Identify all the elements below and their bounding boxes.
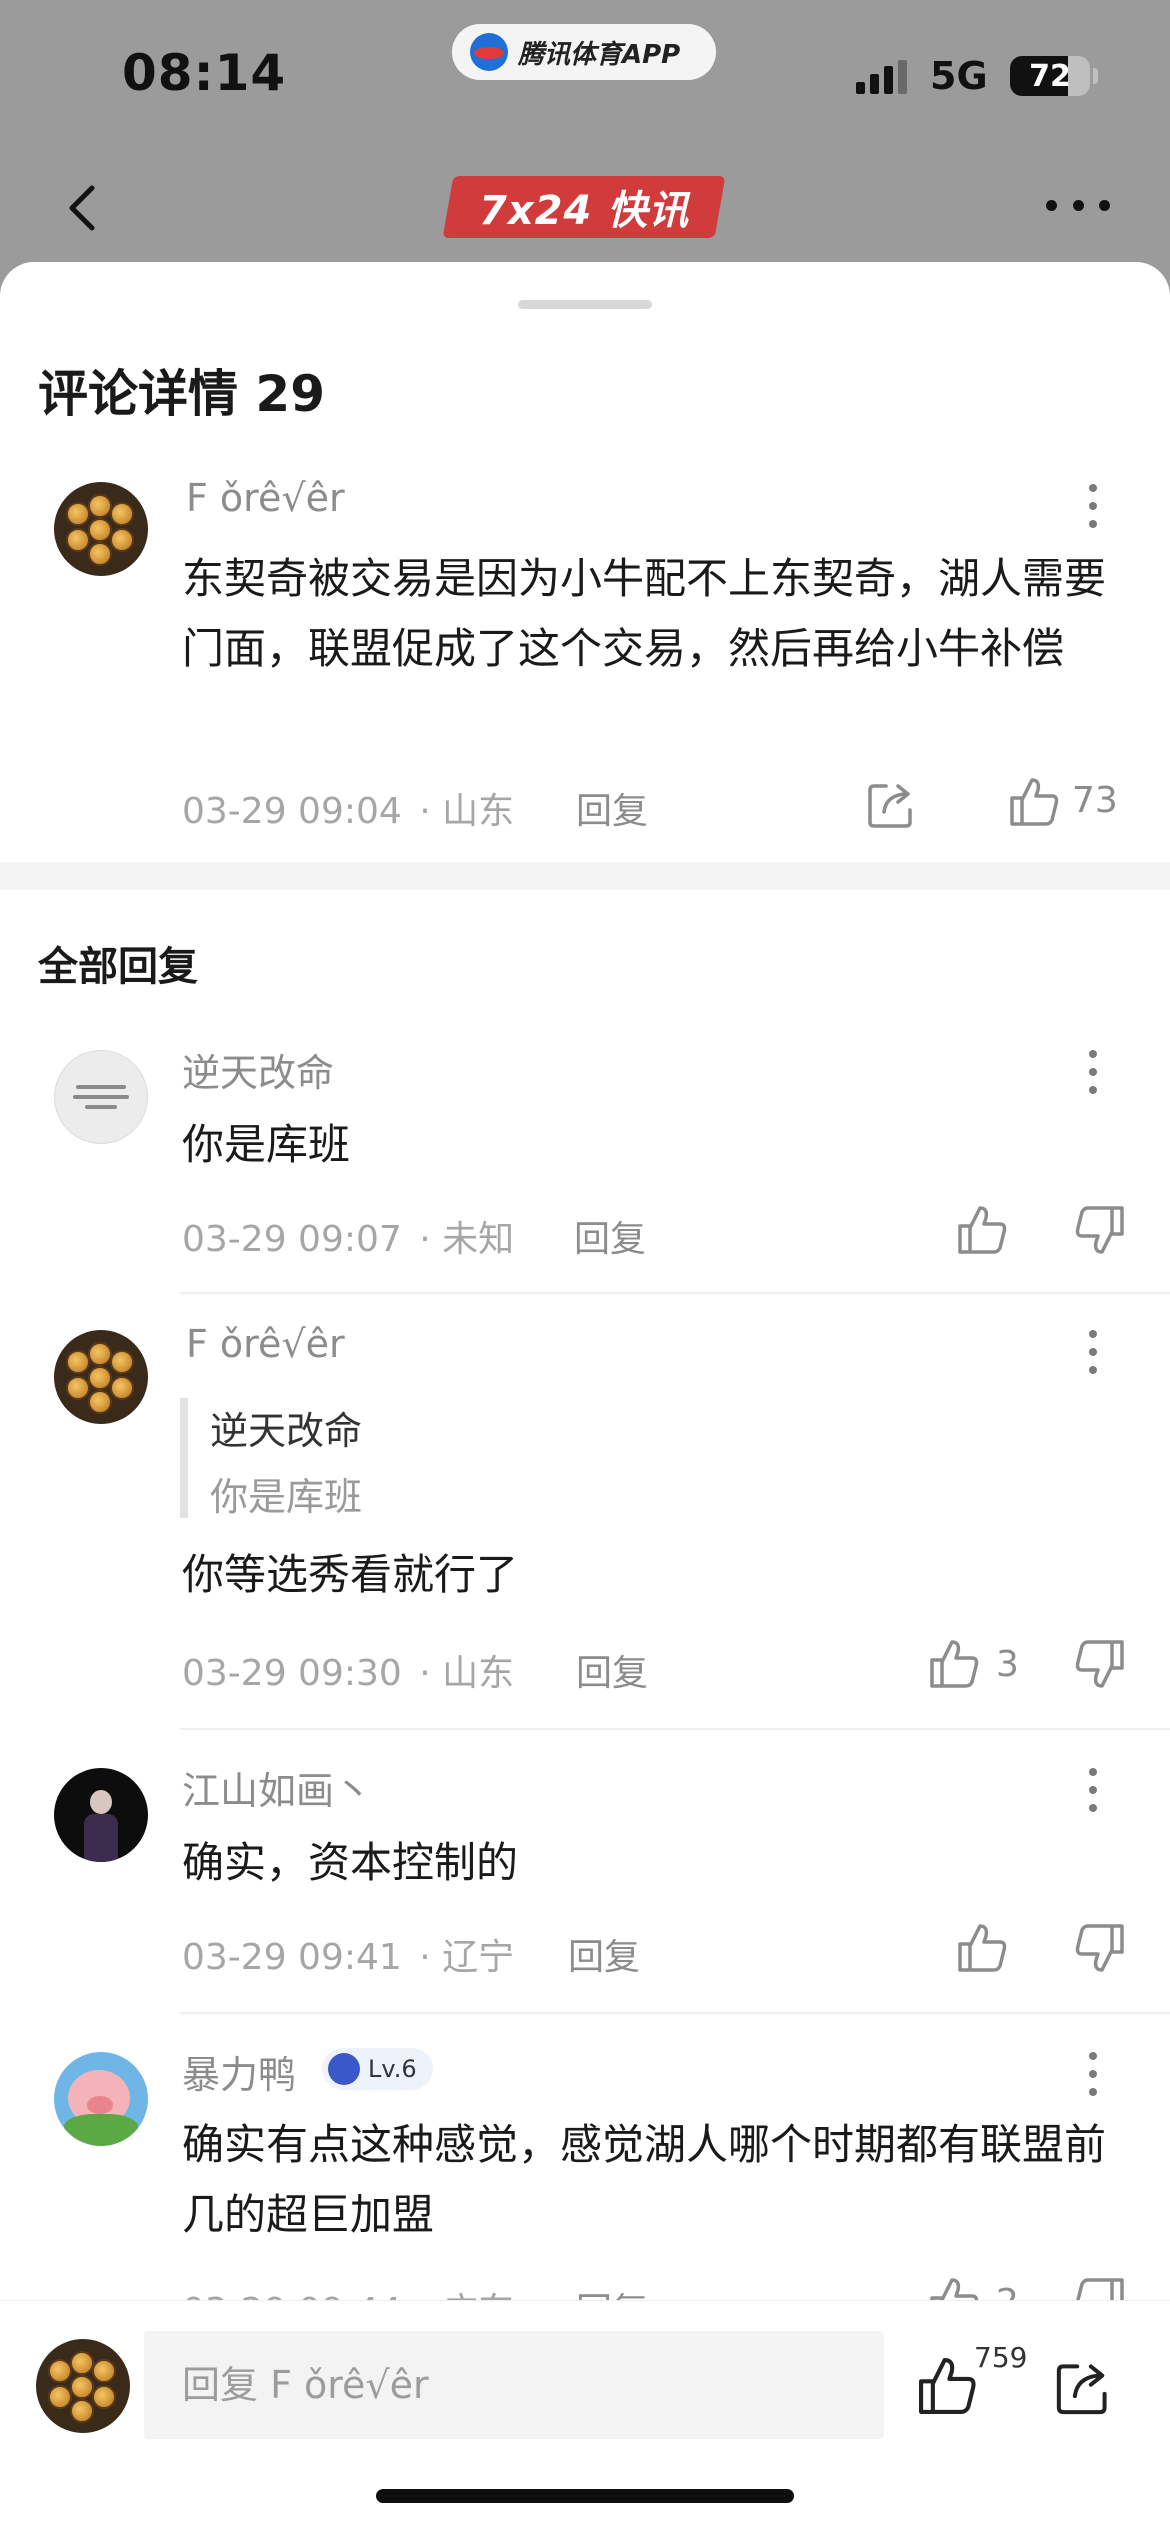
sheet-title: 评论详情 29 bbox=[38, 365, 325, 423]
current-user-avatar[interactable] bbox=[36, 2339, 130, 2433]
comment-username[interactable]: F ǒrê√êr bbox=[186, 476, 345, 520]
brand-logo: 7x24 快讯 bbox=[442, 176, 726, 238]
network-type: 5G bbox=[930, 54, 988, 98]
quote-bar bbox=[180, 1398, 188, 1518]
reply-button[interactable]: 回复 bbox=[576, 1644, 648, 1696]
reply-username[interactable]: 暴力鸭 bbox=[182, 2044, 296, 2099]
reply-time: 03-29 09:07 bbox=[182, 1219, 402, 1260]
thumb-up-icon[interactable] bbox=[954, 1920, 1010, 1976]
app-name: 腾讯体育APP bbox=[518, 39, 681, 70]
avatar[interactable] bbox=[54, 1050, 148, 1144]
status-bar: 08:14 腾讯体育APP 5G 72 bbox=[0, 0, 1170, 150]
reply-button[interactable]: 回复 bbox=[574, 1210, 646, 1262]
avatar[interactable] bbox=[54, 1330, 148, 1424]
thumb-down-icon[interactable] bbox=[1072, 1920, 1128, 1976]
reply-username[interactable]: 江山如画丶 bbox=[182, 1760, 372, 1815]
status-time: 08:14 bbox=[122, 44, 287, 102]
thumb-up-icon[interactable] bbox=[954, 1202, 1010, 1258]
like-count: 3 bbox=[996, 1644, 1019, 1685]
reply-location: · 辽宁 bbox=[419, 1937, 515, 1978]
brand-label: 7x24 快讯 bbox=[478, 188, 690, 234]
quoted-text: 你是库班 bbox=[210, 1475, 363, 1519]
share-icon[interactable] bbox=[864, 776, 920, 832]
reply-text: 你等选秀看就行了 bbox=[182, 1550, 519, 1599]
reply-username[interactable]: F ǒrê√êr bbox=[186, 1322, 345, 1366]
reply-input[interactable] bbox=[144, 2331, 884, 2439]
more-vertical-icon[interactable] bbox=[1088, 2052, 1098, 2096]
reply-location: · 山东 bbox=[419, 1653, 515, 1694]
comment-time: 03-29 09:04 bbox=[182, 791, 402, 832]
tencent-sports-logo-icon bbox=[470, 33, 508, 71]
reply-text: 你是库班 bbox=[182, 1120, 351, 1169]
reply-button[interactable]: 回复 bbox=[576, 782, 648, 834]
back-arrow-icon[interactable] bbox=[56, 180, 112, 236]
comment-text: 东契奇被交易是因为小牛配不上东契奇，湖人需要门面，联盟促成了这个交易，然后再给小… bbox=[182, 554, 1107, 673]
sheet-grabber[interactable] bbox=[518, 300, 652, 309]
home-indicator bbox=[376, 2489, 794, 2503]
thumb-down-icon[interactable] bbox=[1072, 1636, 1128, 1692]
reply-time: 03-29 09:30 bbox=[182, 1653, 402, 1694]
like-count: 73 bbox=[1072, 780, 1118, 821]
cellular-signal-icon bbox=[856, 60, 907, 94]
thumb-up-icon[interactable] bbox=[926, 1636, 982, 1692]
reply-text: 确实有点这种感觉，感觉湖人哪个时期都有联盟前几的超巨加盟 bbox=[182, 2120, 1107, 2239]
level-shield-icon bbox=[328, 2053, 360, 2085]
thumb-up-icon[interactable] bbox=[1006, 774, 1062, 830]
quoted-username: 逆天改命 bbox=[210, 1409, 363, 1453]
share-icon[interactable] bbox=[1052, 2355, 1116, 2419]
thumb-down-icon[interactable] bbox=[1072, 1202, 1128, 1258]
all-replies-title: 全部回复 bbox=[38, 944, 198, 990]
reply-divider bbox=[180, 1728, 1170, 1730]
reply-meta: 03-29 09:07 · 未知 bbox=[182, 1210, 514, 1262]
more-vertical-icon[interactable] bbox=[1088, 1768, 1098, 1812]
battery-percent: 72 bbox=[1029, 58, 1071, 94]
level-badge: Lv.6 bbox=[322, 2048, 433, 2090]
battery-tip bbox=[1093, 68, 1098, 84]
level-label: Lv.6 bbox=[368, 2055, 417, 2083]
thumb-up-icon[interactable] bbox=[914, 2353, 980, 2419]
reply-meta: 03-29 09:41 · 辽宁 bbox=[182, 1928, 514, 1980]
avatar[interactable] bbox=[54, 482, 148, 576]
reply-username[interactable]: 逆天改命 bbox=[182, 1042, 334, 1097]
reply-time: 03-29 09:41 bbox=[182, 1937, 402, 1978]
reply-divider bbox=[180, 1292, 1170, 1294]
reply-divider bbox=[180, 2012, 1170, 2014]
comment-meta: 03-29 09:04 · 山东 bbox=[182, 782, 514, 834]
reply-text: 确实，资本控制的 bbox=[182, 1838, 519, 1887]
battery-icon: 72 bbox=[1010, 56, 1090, 96]
app-source-pill[interactable]: 腾讯体育APP bbox=[452, 24, 716, 80]
avatar[interactable] bbox=[54, 1768, 148, 1862]
section-separator bbox=[0, 862, 1170, 890]
reply-button[interactable]: 回复 bbox=[568, 1928, 640, 1980]
more-vertical-icon[interactable] bbox=[1088, 1050, 1098, 1094]
reply-meta: 03-29 09:30 · 山东 bbox=[182, 1644, 514, 1696]
more-horizontal-icon[interactable] bbox=[1046, 190, 1110, 220]
total-like-count: 759 bbox=[974, 2341, 1028, 2374]
reply-location: · 未知 bbox=[419, 1219, 515, 1260]
comment-detail-sheet: 评论详情 29 F ǒrê√êr 东契奇被交易是因为小牛配不上东契奇，湖人需要门… bbox=[0, 262, 1170, 2532]
more-vertical-icon[interactable] bbox=[1088, 1330, 1098, 1374]
reply-input-bar: 759 bbox=[0, 2300, 1170, 2532]
comment-location: · 山东 bbox=[419, 791, 515, 832]
avatar[interactable] bbox=[54, 2052, 148, 2146]
more-vertical-icon[interactable] bbox=[1088, 484, 1098, 528]
